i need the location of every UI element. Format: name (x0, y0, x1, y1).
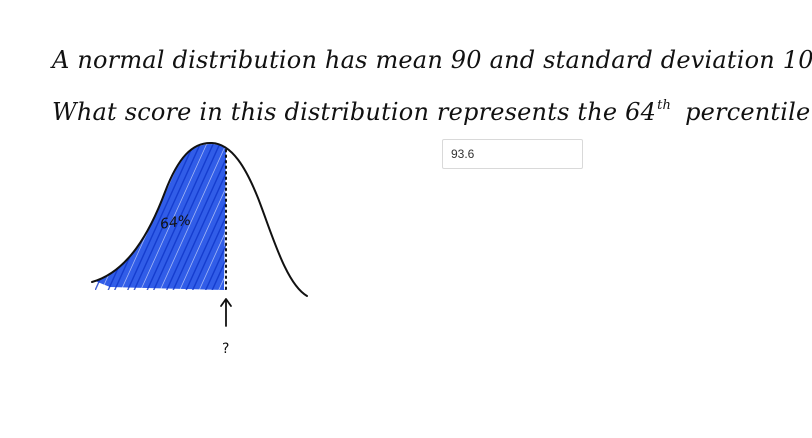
hatch-stroke (236, 140, 306, 295)
arrow-up-icon (220, 298, 232, 327)
hatch-stroke (222, 144, 226, 290)
hatch-stroke (243, 140, 313, 295)
unknown-score-label: ? (222, 341, 229, 357)
shaded-area (95, 140, 313, 295)
normal-distribution-diagram: 64% ? (91, 140, 313, 357)
